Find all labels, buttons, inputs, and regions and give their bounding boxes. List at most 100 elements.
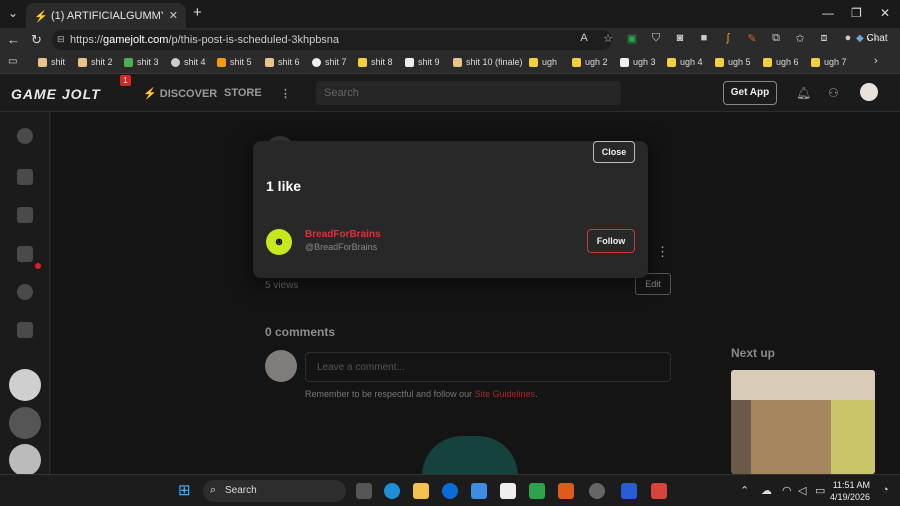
notifications-bell-icon[interactable]: 🔔︎ xyxy=(796,86,811,100)
browser-tab[interactable]: ⚡ (1) ARTIFICIALGUMMY on Game Jolt ✕ xyxy=(26,3,186,28)
store-icon[interactable] xyxy=(471,483,487,499)
sidebar-store-icon[interactable] xyxy=(17,169,33,185)
app-green-icon[interactable] xyxy=(529,483,545,499)
more-nav-icon[interactable]: ⋮ xyxy=(280,87,291,100)
bookmark-item[interactable]: ugh 7 xyxy=(811,57,847,67)
bookmark-item[interactable]: shit 6 xyxy=(265,57,300,67)
extension-camera-icon[interactable]: ◙ xyxy=(668,32,692,48)
bookmark-item[interactable]: shit 7 xyxy=(312,57,347,67)
app-blue-icon[interactable] xyxy=(621,483,637,499)
gamejolt-logo[interactable]: GAME JOLT xyxy=(11,86,101,102)
app-red-icon[interactable] xyxy=(651,483,667,499)
bookmark-item[interactable]: ugh 5 xyxy=(715,57,751,67)
liker-name[interactable]: BreadForBrains xyxy=(305,229,381,240)
extension-pen-icon[interactable]: ✎ xyxy=(740,32,764,48)
sidebar-chat-icon[interactable] xyxy=(17,284,33,300)
maximize-icon[interactable]: ❐ xyxy=(851,6,862,20)
read-aloud-icon[interactable]: A xyxy=(572,32,596,48)
close-button[interactable]: Close xyxy=(593,141,635,163)
refresh-icon[interactable]: ↻ xyxy=(31,32,42,48)
file-explorer-icon[interactable] xyxy=(413,483,429,499)
sidebar-community-avatar[interactable] xyxy=(9,444,41,476)
guidelines-note: Remember to be respectful and follow our… xyxy=(305,389,538,399)
wifi-icon[interactable]: ◠ xyxy=(782,484,792,497)
bookmark-item[interactable]: shit xyxy=(38,57,65,67)
thumbnail-art xyxy=(731,370,875,400)
url-field[interactable]: ⊟ https://gamejolt.com/p/this-post-is-sc… xyxy=(52,30,612,50)
extensions-puzzle-icon[interactable]: ⧉ xyxy=(764,32,788,48)
bookmark-item[interactable]: ugh 3 xyxy=(620,57,656,67)
url-path: /p/this-post-is-scheduled-3khpbsna xyxy=(168,34,340,46)
tray-cloud-icon[interactable]: ☁ xyxy=(761,484,772,497)
extension-square-icon[interactable]: ■ xyxy=(692,32,716,48)
bookmarks-bar: ▭ shit shit 2 shit 3 shit 4 shit 5 shit … xyxy=(0,52,900,74)
clock-date: 4/19/2026 xyxy=(830,492,871,502)
next-up-thumbnail[interactable] xyxy=(731,370,875,474)
sidebar-community-avatar[interactable] xyxy=(9,407,41,439)
tab-title: (1) ARTIFICIALGUMMY on Game Jolt xyxy=(51,9,163,22)
bookmark-item[interactable]: ugh 4 xyxy=(667,57,703,67)
post-options-icon[interactable]: ⋮ xyxy=(656,244,669,260)
nav-discover[interactable]: ⚡ DISCOVER xyxy=(143,87,217,100)
comment-input[interactable]: Leave a comment... xyxy=(305,352,671,382)
battery-icon[interactable]: ▭ xyxy=(815,484,825,497)
site-search-input[interactable]: Search xyxy=(316,81,621,105)
system-clock[interactable]: 11:51 AM 4/19/2026 xyxy=(830,479,870,503)
nav-store[interactable]: STORE xyxy=(224,87,262,99)
copilot-chat-button[interactable]: ◆ Chat xyxy=(856,33,888,44)
search-icon: ⌕ xyxy=(210,484,217,496)
fl-studio-icon[interactable] xyxy=(558,483,574,499)
get-app-button[interactable]: Get App xyxy=(723,81,777,105)
app-circle-icon[interactable] xyxy=(589,483,605,499)
bookmark-item[interactable]: ugh 6 xyxy=(763,57,799,67)
sidebar-library-icon[interactable] xyxy=(17,322,33,338)
sidebar-home-icon[interactable] xyxy=(17,128,33,144)
bookmark-item[interactable]: shit 5 xyxy=(217,57,252,67)
site-info-icon[interactable]: ⊟ xyxy=(57,34,65,45)
follow-button[interactable]: Follow xyxy=(587,229,635,253)
hp-icon[interactable] xyxy=(442,483,458,499)
close-tab-icon[interactable]: ✕ xyxy=(169,9,178,22)
bookmark-item[interactable]: shit 4 xyxy=(171,57,206,67)
commenter-avatar xyxy=(265,350,297,382)
roblox-icon[interactable] xyxy=(500,483,516,499)
sidebar-community-avatar[interactable] xyxy=(9,369,41,401)
notification-badge: 1 xyxy=(120,75,131,86)
bookmark-item[interactable]: shit 2 xyxy=(78,57,113,67)
notification-center-icon[interactable]: ◔ xyxy=(882,484,889,496)
sidebar-backpack-icon[interactable] xyxy=(17,207,33,223)
collections-icon[interactable]: ⧈ xyxy=(812,32,836,48)
extension-orange-icon[interactable]: ʃ xyxy=(716,32,740,48)
bookmark-item[interactable]: shit 10 (finale) xyxy=(453,57,523,67)
extension-calendar-icon[interactable]: ▣ xyxy=(620,32,644,48)
tray-overflow-icon[interactable]: ⌃ xyxy=(740,484,749,497)
clock-time: 11:51 AM xyxy=(832,480,871,490)
favorites-icon[interactable]: ✩ xyxy=(788,32,812,48)
bookmark-item[interactable]: shit 8 xyxy=(358,57,393,67)
minimize-icon[interactable]: — xyxy=(822,6,834,20)
friends-icon[interactable]: ⚇ xyxy=(828,86,839,100)
volume-icon[interactable]: ◁ xyxy=(798,484,806,497)
bookmark-folder-icon[interactable]: ▭ xyxy=(8,56,17,67)
user-avatar[interactable] xyxy=(860,83,878,101)
favorite-star-icon[interactable]: ☆ xyxy=(596,32,620,48)
new-tab-icon[interactable]: + xyxy=(193,4,202,21)
site-guidelines-link[interactable]: Site Guidelines xyxy=(475,389,536,399)
taskbar-search[interactable]: ⌕ Search xyxy=(203,480,346,502)
copilot-icon: ◆ xyxy=(856,33,864,44)
bookmark-item[interactable]: ugh 2 xyxy=(572,57,608,67)
bookmark-item[interactable]: shit 3 xyxy=(124,57,159,67)
windows-start-icon[interactable]: ⊞ xyxy=(178,483,194,499)
liker-avatar[interactable]: ☻ xyxy=(266,229,292,255)
task-view-icon[interactable] xyxy=(356,483,372,499)
bookmarks-overflow-icon[interactable]: › xyxy=(874,55,878,67)
extension-shield-icon[interactable]: ⛉ xyxy=(644,32,668,48)
close-window-icon[interactable]: ✕ xyxy=(880,6,890,20)
url-prefix: https:// xyxy=(70,34,104,46)
sidebar-creator-icon[interactable] xyxy=(17,246,33,262)
tab-list-icon[interactable]: ⌄ xyxy=(8,6,18,20)
bookmark-item[interactable]: ugh xyxy=(529,57,557,67)
back-icon[interactable]: ← xyxy=(7,32,20,47)
bookmark-item[interactable]: shit 9 xyxy=(405,57,440,67)
edge-icon[interactable] xyxy=(384,483,400,499)
